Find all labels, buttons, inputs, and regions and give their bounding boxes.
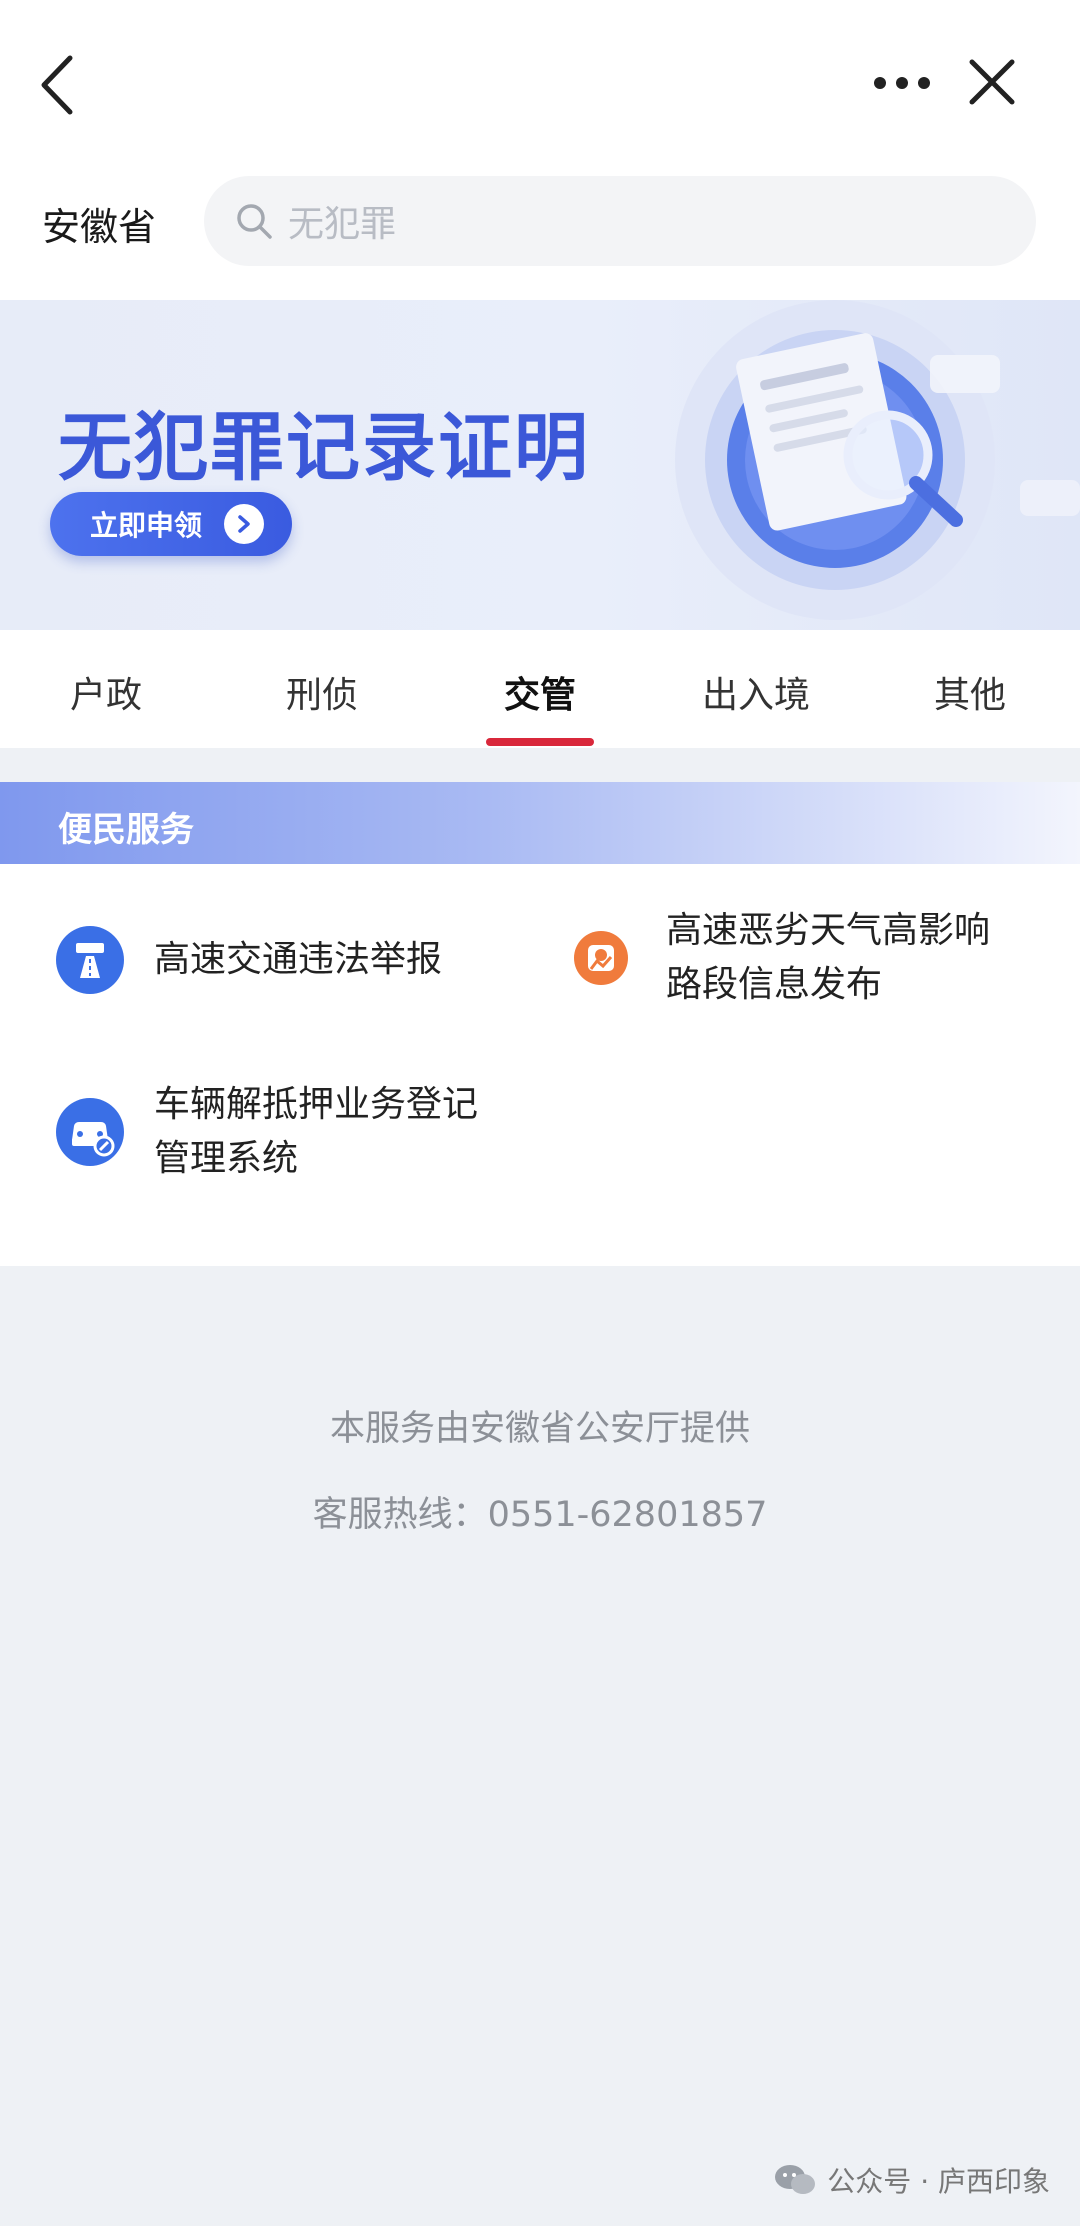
banner-title: 无犯罪记录证明 bbox=[58, 405, 590, 491]
tab-qita[interactable]: 其他 bbox=[870, 666, 1070, 718]
hotline-note[interactable]: 客服热线：0551-62801857 bbox=[0, 1486, 1080, 1537]
service-label-line1: 车辆解抵押业务登记 bbox=[154, 1084, 479, 1125]
highway-violation-icon bbox=[56, 926, 124, 994]
tab-jiaoguan[interactable]: 交管 bbox=[440, 666, 640, 718]
weather-road-icon bbox=[574, 931, 628, 985]
service-label: 高速交通违法举报 bbox=[154, 933, 442, 987]
search-icon bbox=[237, 204, 272, 239]
tab-huzheng[interactable]: 户政 bbox=[6, 666, 206, 718]
watermark-text: 公众号 · 庐西印象 bbox=[827, 2165, 1050, 2198]
service-section: 便民服务 高速交通违法举报 高速恶劣天气高影响 路段信息发布 车辆解抵押业务登记… bbox=[0, 782, 1080, 1266]
province-selector[interactable]: 安徽省 bbox=[42, 196, 156, 251]
more-icon[interactable] bbox=[872, 72, 932, 94]
apply-now-label: 立即申领 bbox=[90, 509, 203, 542]
section-header: 便民服务 bbox=[0, 782, 1080, 864]
service-label-line1: 高速恶劣天气高影响 bbox=[666, 910, 991, 951]
top-bar: 安徽省 无犯罪 bbox=[0, 0, 1080, 300]
active-tab-indicator bbox=[486, 738, 594, 746]
chevron-right-icon bbox=[224, 504, 265, 544]
service-item-vehicle-mortgage[interactable]: 车辆解抵押业务登记 管理系统 bbox=[56, 1078, 478, 1186]
search-placeholder: 无犯罪 bbox=[288, 204, 397, 245]
service-label-line2: 路段信息发布 bbox=[666, 964, 883, 1005]
provider-note: 本服务由安徽省公安厅提供 bbox=[329, 1409, 750, 1449]
service-item-highway-violation[interactable]: 高速交通违法举报 bbox=[56, 926, 442, 994]
promo-banner[interactable]: 无犯罪记录证明 立即申领 bbox=[0, 300, 1080, 630]
service-label: 高速恶劣天气高影响 路段信息发布 bbox=[666, 904, 990, 1012]
back-arrow-icon[interactable] bbox=[36, 50, 80, 120]
tab-xingzhen[interactable]: 刑侦 bbox=[222, 666, 422, 718]
wechat-watermark: 公众号 · 庐西印象 bbox=[773, 2160, 1050, 2200]
certificate-illustration bbox=[675, 300, 1080, 620]
category-tabs: 户政 刑侦 交管 出入境 其他 bbox=[0, 630, 1080, 748]
search-input[interactable]: 无犯罪 bbox=[204, 176, 1036, 266]
apply-now-button[interactable]: 立即申领 bbox=[50, 492, 292, 556]
wechat-icon bbox=[775, 2165, 816, 2194]
tab-churujing[interactable]: 出入境 bbox=[656, 666, 856, 718]
service-label: 车辆解抵押业务登记 管理系统 bbox=[154, 1078, 478, 1186]
section-title: 便民服务 bbox=[58, 810, 194, 850]
service-item-weather-road[interactable]: 高速恶劣天气高影响 路段信息发布 bbox=[574, 904, 990, 1012]
service-label-line2: 管理系统 bbox=[154, 1138, 299, 1179]
close-icon[interactable] bbox=[966, 56, 1018, 108]
vehicle-mortgage-icon bbox=[56, 1098, 124, 1166]
service-label-line1: 高速交通违法举报 bbox=[154, 939, 443, 980]
